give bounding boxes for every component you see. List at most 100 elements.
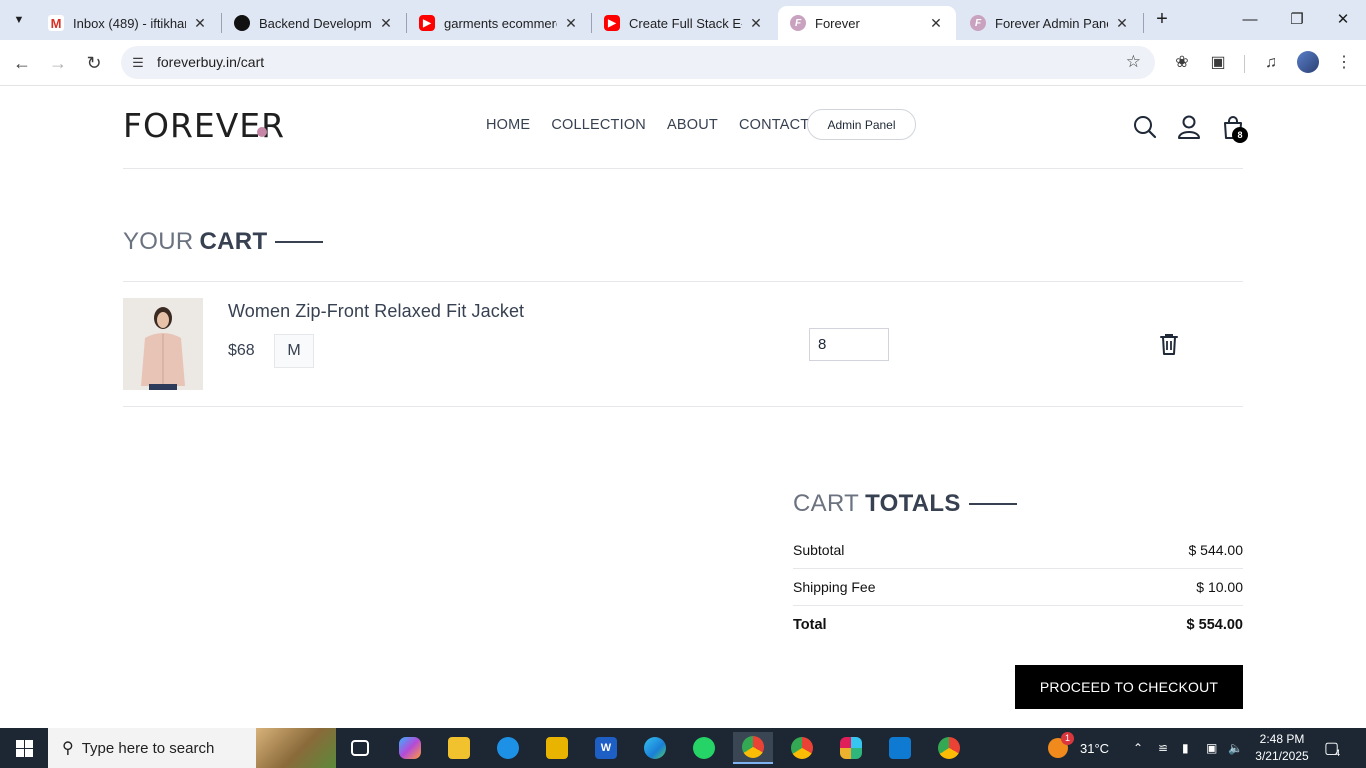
browser-toolbar: ← → ↻ ☰ foreverbuy.in/cart ☆ ❀ ▣ ♫ ⋮ [0, 40, 1366, 86]
folder-icon [448, 737, 470, 759]
new-tab-icon[interactable]: + [1150, 8, 1174, 32]
address-bar[interactable]: ☰ foreverbuy.in/cart ☆ [121, 46, 1155, 79]
tab-title: Create Full Stack E-co [629, 15, 742, 31]
nav-about[interactable]: ABOUT [667, 117, 718, 133]
close-icon[interactable]: ✕ [748, 15, 764, 32]
search-icon: ⚲ [62, 740, 74, 757]
slack-button[interactable] [831, 732, 871, 764]
nav-collection[interactable]: COLLECTION [551, 117, 646, 133]
taskbar-search-box[interactable]: ⚲ Type here to search [48, 728, 336, 768]
file-explorer-button[interactable] [439, 732, 479, 764]
minimize-icon[interactable]: — [1236, 6, 1264, 34]
word-button[interactable]: W [586, 732, 626, 764]
extensions-puzzle-icon[interactable]: ▣ [1206, 51, 1230, 75]
bookmark-star-icon[interactable]: ☆ [1126, 52, 1141, 72]
start-button[interactable] [0, 728, 48, 768]
close-icon[interactable]: ✕ [563, 15, 579, 32]
chrome-window-button[interactable] [929, 732, 969, 764]
chrome-icon [742, 736, 764, 758]
restore-icon[interactable]: ❐ [1283, 6, 1311, 34]
site-logo[interactable]: FOREVER [123, 106, 285, 145]
weather-sun-icon: 1 [1048, 732, 1074, 758]
close-icon[interactable]: ✕ [378, 15, 394, 32]
admin-panel-button[interactable]: Admin Panel [807, 109, 916, 140]
app-button[interactable] [537, 732, 577, 764]
title-line [968, 503, 1017, 505]
tab-search-icon[interactable]: ▼ [6, 8, 32, 32]
chrome-icon [791, 737, 813, 759]
product-image[interactable] [123, 298, 203, 390]
product-price: $68 [228, 342, 255, 359]
vscode-button[interactable] [880, 732, 920, 764]
extension-bug-icon[interactable]: ❀ [1170, 51, 1194, 75]
docker-button[interactable] [488, 732, 528, 764]
cart-count-badge: 8 [1232, 127, 1248, 143]
task-view-icon [351, 740, 369, 756]
copilot-button[interactable] [390, 732, 430, 764]
cart-divider-top [123, 281, 1243, 282]
volume-icon[interactable]: 🔈 [1228, 728, 1243, 768]
toolbar-separator [1244, 55, 1245, 73]
meet-now-icon[interactable]: ▣ [1206, 728, 1217, 768]
task-view-button[interactable] [340, 732, 380, 764]
youtube-icon: ▶ [604, 15, 620, 31]
tab-gmail[interactable]: M Inbox (489) - iftikharg ✕ [36, 6, 220, 40]
clock-time: 2:48 PM [1259, 732, 1305, 746]
nav-contact[interactable]: CONTACT [739, 117, 809, 133]
forever-icon: F [790, 15, 806, 31]
user-profile-icon[interactable] [1176, 114, 1202, 140]
total-label: Total [793, 616, 827, 633]
tab-fullstack[interactable]: ▶ Create Full Stack E-co ✕ [592, 6, 776, 40]
nav-home[interactable]: HOME [486, 117, 530, 133]
close-icon[interactable]: ✕ [1114, 15, 1130, 32]
tab-forever-admin[interactable]: F Forever Admin Panel ✕ [958, 6, 1142, 40]
totals-title-bold: TOTALS [865, 490, 961, 517]
windows-logo-icon [15, 739, 33, 757]
close-icon[interactable]: ✕ [192, 15, 208, 32]
totals-title-light: CART [793, 490, 860, 517]
search-icon[interactable] [1132, 114, 1158, 140]
subtotal-value: $ 544.00 [1188, 542, 1244, 558]
back-icon[interactable]: ← [9, 50, 35, 76]
cart-totals-title: CART TOTALS [793, 490, 1017, 518]
proceed-to-checkout-button[interactable]: PROCEED TO CHECKOUT [1015, 665, 1243, 709]
battery-icon[interactable]: ▮ [1182, 728, 1189, 768]
title-line [275, 241, 324, 243]
docker-icon [497, 737, 519, 759]
profile-avatar[interactable] [1297, 51, 1319, 73]
weather-widget[interactable]: 1 31°C [1048, 728, 1109, 768]
chrome-profile-button[interactable] [782, 732, 822, 764]
logo-dot [257, 127, 267, 137]
product-name[interactable]: Women Zip-Front Relaxed Fit Jacket [228, 301, 524, 322]
reload-icon[interactable]: ↻ [81, 50, 107, 76]
tab-backend[interactable]: Backend Developmen ✕ [222, 6, 406, 40]
tab-forever[interactable]: F Forever ✕ [778, 6, 956, 40]
tab-garments[interactable]: ▶ garments ecommerce ✕ [407, 6, 591, 40]
browser-tab-strip: ▼ M Inbox (489) - iftikharg ✕ Backend De… [0, 0, 1366, 40]
show-hidden-icons[interactable]: ⌃ [1133, 728, 1143, 768]
whatsapp-icon [693, 737, 715, 759]
media-control-icon[interactable]: ♫ [1259, 51, 1283, 75]
wifi-icon[interactable]: ≌ [1158, 728, 1168, 768]
url-text: foreverbuy.in/cart [157, 54, 265, 70]
close-icon[interactable]: ✕ [928, 15, 944, 32]
edge-button[interactable] [635, 732, 675, 764]
cart-title-light: YOUR [123, 228, 194, 255]
tab-title: Inbox (489) - iftikharg [73, 15, 186, 31]
notification-center-button[interactable]: ▢ 4 [1324, 728, 1340, 768]
forward-icon[interactable]: → [45, 50, 71, 76]
copilot-icon [399, 737, 421, 759]
menu-kebab-icon[interactable]: ⋮ [1332, 51, 1356, 75]
system-clock[interactable]: 2:48 PM 3/21/2025 [1252, 731, 1312, 765]
cart-title-bold: CART [199, 228, 268, 255]
delete-trash-icon[interactable] [1157, 332, 1181, 356]
quantity-input[interactable] [809, 328, 889, 361]
whatsapp-button[interactable] [684, 732, 724, 764]
chrome-button-active[interactable] [733, 732, 773, 764]
chrome-icon [938, 737, 960, 759]
close-window-icon[interactable]: ✕ [1329, 6, 1357, 34]
site-info-icon[interactable]: ☰ [129, 54, 147, 72]
edge-icon [644, 737, 666, 759]
youtube-icon: ▶ [419, 15, 435, 31]
search-placeholder: Type here to search [81, 739, 215, 757]
